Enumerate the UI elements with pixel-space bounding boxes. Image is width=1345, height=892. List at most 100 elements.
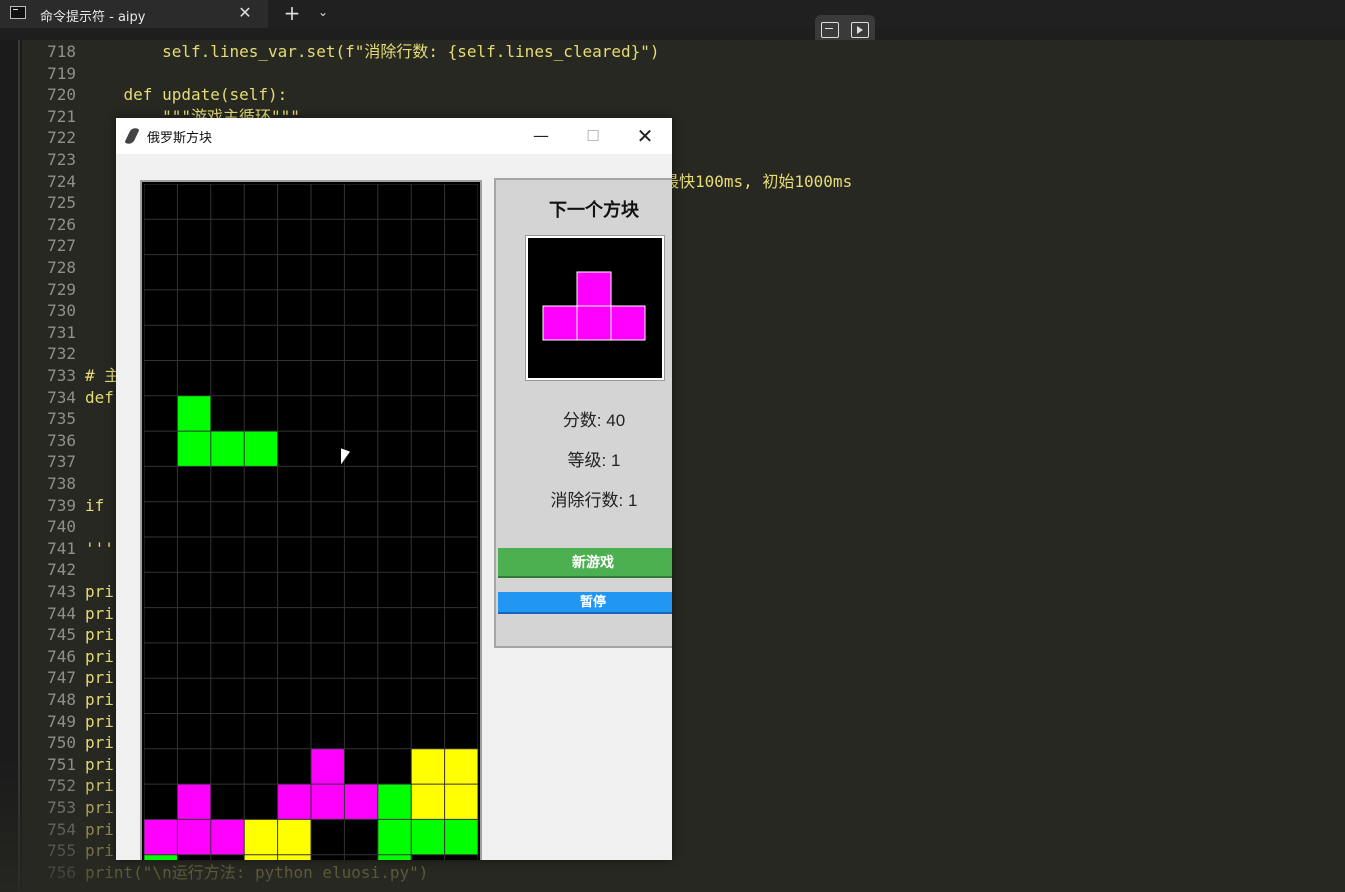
line-number: 729	[47, 279, 76, 299]
line-number: 744	[47, 603, 76, 623]
board-block	[177, 431, 211, 467]
board-block	[277, 819, 311, 855]
code-line: 740	[22, 516, 85, 538]
switch-window-icon[interactable]	[821, 21, 839, 38]
pause-button[interactable]: 暂停	[498, 592, 672, 614]
close-button[interactable]: ✕	[628, 124, 662, 148]
code-line: 728	[22, 257, 85, 279]
board-block	[444, 784, 478, 820]
code-line: 722	[22, 127, 85, 149]
next-piece-block	[576, 305, 612, 341]
line-number: 736	[47, 430, 76, 450]
line-number: 721	[47, 106, 76, 126]
code-line: 729	[22, 279, 85, 301]
terminal-tab-bar: 命令提示符 - aipy ✕ + ⌄	[0, 0, 1345, 28]
line-number: 726	[47, 214, 76, 234]
code-line: 734 def	[22, 387, 114, 409]
level-label: 等级: 1	[567, 451, 621, 470]
line-number: 728	[47, 258, 76, 277]
code-line: 730	[22, 300, 85, 322]
line-number: 730	[47, 301, 76, 321]
line-number: 739	[47, 495, 76, 515]
lines-label: 消除行数: 1	[550, 491, 638, 510]
window-title-bar[interactable]: 俄罗斯方块 — ☐ ✕	[116, 118, 672, 154]
code-line: 741 '''	[22, 538, 114, 560]
code-line: 720 def update(self):	[22, 84, 287, 106]
code-line: 737	[22, 451, 85, 473]
board-block	[444, 748, 478, 785]
board-block	[210, 431, 245, 467]
board-block	[411, 819, 445, 855]
line-number: 746	[47, 646, 76, 666]
minimize-button[interactable]: —	[524, 124, 558, 148]
board-block	[244, 431, 278, 467]
line-number: 731	[47, 322, 76, 342]
code-line: 726	[22, 214, 85, 236]
next-piece-preview	[525, 235, 665, 381]
game-board-canvas	[144, 184, 478, 860]
board-block	[411, 748, 445, 785]
board-block	[210, 819, 245, 855]
tab-title: 命令提示符 - aipy	[40, 10, 146, 25]
line-number: 743	[47, 582, 76, 601]
line-number: 742	[47, 560, 76, 580]
tab-close-icon[interactable]: ✕	[236, 3, 254, 22]
code-text: self.lines_var.set(f"消除行数: {self.lines_c…	[85, 42, 660, 61]
code-line: 748 pri	[22, 689, 114, 711]
line-number: 718	[47, 42, 76, 61]
game-board[interactable]	[140, 180, 482, 860]
next-piece-block	[610, 305, 646, 341]
code-text: if	[85, 495, 105, 515]
line-number: 747	[47, 668, 76, 688]
line-number: 727	[47, 236, 76, 256]
window-title: 俄罗斯方块	[147, 131, 213, 146]
board-block	[144, 854, 178, 860]
line-number: 749	[47, 711, 76, 731]
next-piece-title: 下一个方块	[549, 200, 639, 221]
line-number: 738	[47, 474, 76, 493]
line-number: 735	[47, 409, 76, 429]
board-block	[277, 784, 311, 820]
code-text: def update(self):	[85, 85, 288, 105]
next-piece-block	[542, 305, 578, 341]
code-line: 727	[22, 235, 85, 257]
code-line: 736	[22, 430, 85, 452]
code-line: 742	[22, 559, 85, 581]
tetris-window: 俄罗斯方块 — ☐ ✕ 下一个方块 分数: 40 等级: 1 消除行数: 1 新…	[116, 118, 672, 860]
board-block	[177, 395, 211, 432]
board-block	[144, 819, 178, 855]
board-block	[444, 819, 478, 855]
code-line: 719	[22, 63, 85, 85]
line-number: 741	[47, 538, 76, 558]
line-number: 733	[47, 366, 76, 385]
chevron-down-icon[interactable]: ⌄	[316, 5, 330, 19]
line-number: 725	[47, 193, 76, 213]
new-tab-button[interactable]: +	[282, 1, 302, 25]
code-text: pri	[85, 711, 114, 731]
new-game-button[interactable]: 新游戏	[498, 548, 672, 578]
code-line: 738	[22, 473, 85, 495]
next-piece-block	[576, 271, 612, 307]
line-number: 748	[47, 690, 76, 709]
terminal-icon	[10, 6, 26, 19]
board-block	[377, 784, 412, 820]
code-text: pri	[85, 668, 114, 688]
line-number: 722	[47, 128, 76, 148]
score-label: 分数: 40	[562, 411, 626, 430]
code-text: pri	[85, 733, 114, 753]
board-block	[377, 854, 412, 860]
maximize-button[interactable]: ☐	[576, 124, 610, 148]
code-line: 733 # 主	[22, 365, 120, 387]
code-text: '''	[85, 538, 114, 558]
terminal-tab[interactable]: 命令提示符 - aipy ✕	[0, 0, 268, 28]
line-number: 737	[47, 452, 76, 472]
board-block	[377, 819, 412, 855]
code-line: 749 pri	[22, 711, 114, 733]
video-icon[interactable]	[851, 21, 869, 38]
